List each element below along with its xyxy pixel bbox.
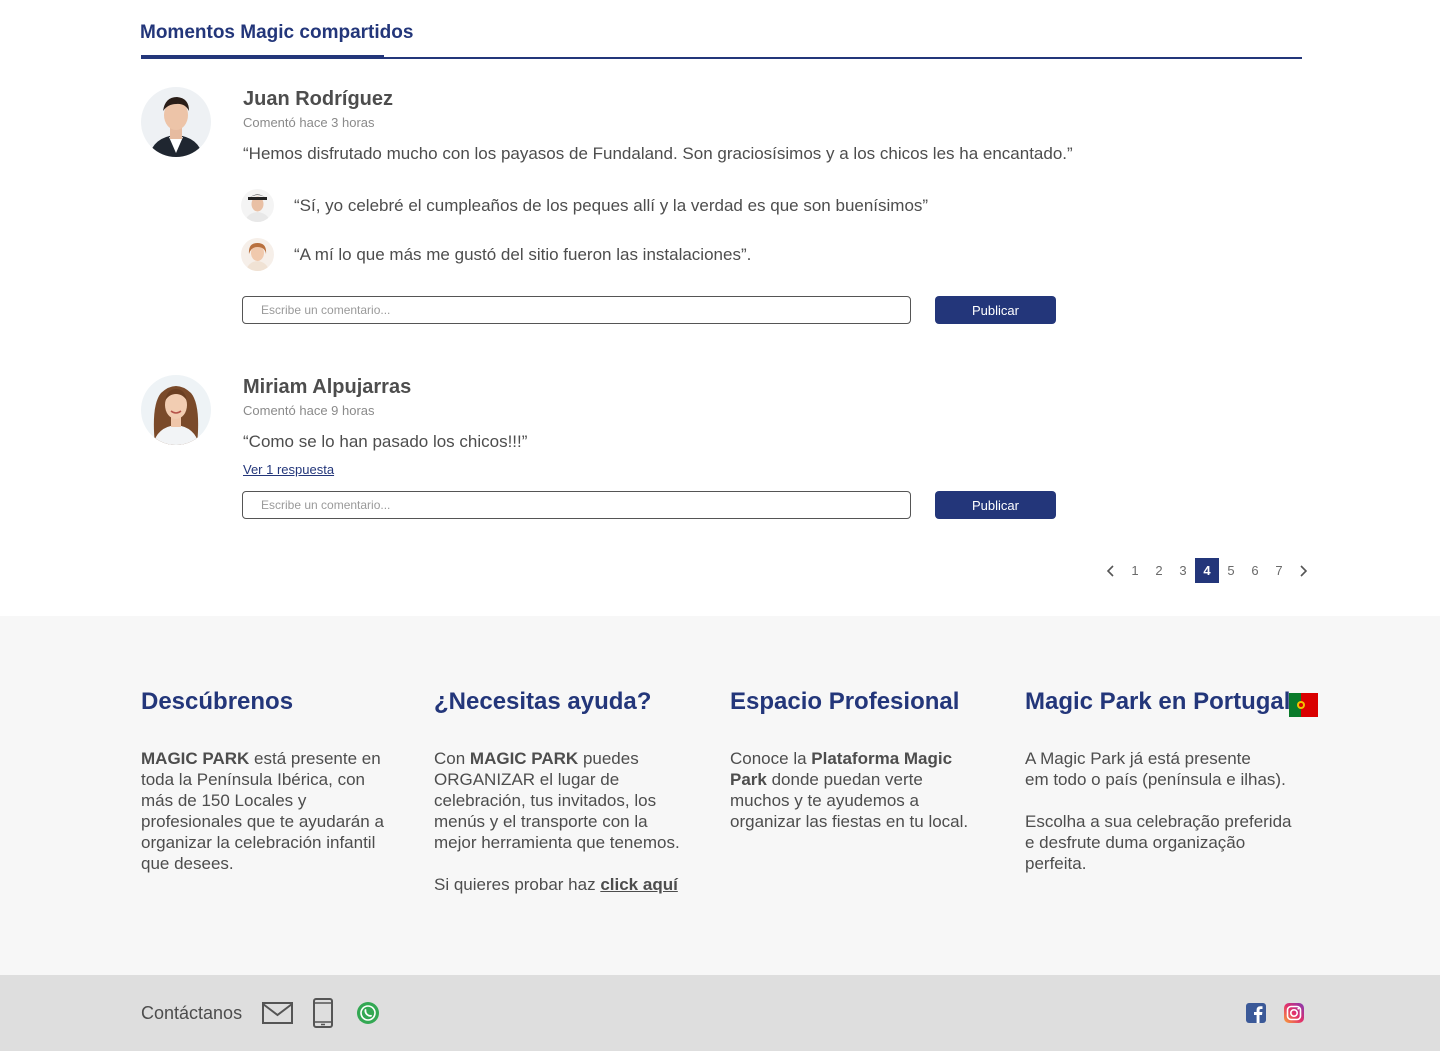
reply-text: “Sí, yo celebré el cumpleaños de los peq… (294, 196, 929, 215)
facebook-icon[interactable] (1246, 1003, 1266, 1028)
next-page-icon[interactable] (1291, 558, 1315, 583)
footer-discover: Descúbrenos MAGIC PARK está presente en … (141, 688, 391, 874)
reply-avatar[interactable] (241, 238, 274, 271)
page-1[interactable]: 1 (1123, 558, 1147, 583)
avatar[interactable] (141, 375, 211, 445)
section-title-underline (141, 55, 384, 59)
comment-input[interactable] (242, 296, 911, 324)
footer-discover-text: MAGIC PARK está presente en toda la Pení… (141, 749, 384, 873)
page-6[interactable]: 6 (1243, 558, 1267, 583)
page-7[interactable]: 7 (1267, 558, 1291, 583)
footer-portugal-text: A Magic Park já está presente em todo o p… (1025, 749, 1292, 873)
comment-time: Comentó hace 9 horas (243, 403, 375, 418)
whatsapp-icon[interactable] (356, 1001, 380, 1030)
mail-icon[interactable] (262, 1002, 293, 1029)
page-2[interactable]: 2 (1147, 558, 1171, 583)
prev-page-icon[interactable] (1099, 558, 1123, 583)
page-3[interactable]: 3 (1171, 558, 1195, 583)
comment-time: Comentó hace 3 horas (243, 115, 375, 130)
comments-section: Momentos Magic compartidos Juan Rodrígue… (0, 0, 1440, 616)
portugal-flag-icon[interactable] (1289, 693, 1318, 717)
section-title: Momentos Magic compartidos (140, 22, 414, 43)
publish-button[interactable]: Publicar (935, 491, 1056, 519)
footer-help-text: Con MAGIC PARK puedes ORGANIZAR el lugar… (434, 749, 680, 894)
comment-input[interactable] (242, 491, 911, 519)
reply-avatar[interactable] (241, 189, 274, 222)
footer-professional: Espacio Profesional Conoce la Plataforma… (730, 688, 970, 832)
footer-heading: ¿Necesitas ayuda? (434, 688, 652, 715)
footer-help: ¿Necesitas ayuda? Con MAGIC PARK puedes … (434, 688, 684, 895)
pagination: 1 2 3 4 5 6 7 (1099, 558, 1315, 583)
footer-heading: Magic Park en Portugal (1025, 688, 1291, 715)
comment-text: “Como se lo han pasado los chicos!!!” (243, 432, 528, 451)
click-here-link[interactable]: click aquí (600, 875, 677, 894)
page-5[interactable]: 5 (1219, 558, 1243, 583)
brand-name: MAGIC PARK (469, 749, 579, 768)
page-4-current[interactable]: 4 (1195, 558, 1219, 583)
contact-label: Contáctanos (141, 1003, 243, 1023)
footer-heading: Descúbrenos (141, 688, 294, 715)
publish-button[interactable]: Publicar (935, 296, 1056, 324)
comment-author: Juan Rodríguez (243, 88, 394, 110)
footer-portugal: Magic Park en Portugal A Magic Park já e… (1025, 688, 1300, 874)
view-replies-link[interactable]: Ver 1 respuesta (243, 462, 334, 477)
footer-heading: Espacio Profesional (730, 688, 960, 715)
comment-author: Miriam Alpujarras (243, 376, 412, 398)
instagram-icon[interactable] (1284, 1003, 1304, 1028)
avatar[interactable] (141, 87, 211, 157)
comment-text: “Hemos disfrutado mucho con los payasos … (243, 144, 1073, 163)
phone-icon[interactable] (313, 998, 333, 1033)
reply-text: “A mí lo que más me gustó del sitio fuer… (294, 245, 752, 264)
footer-professional-text: Conoce la Plataforma Magic Park donde pu… (730, 749, 969, 831)
brand-name: MAGIC PARK (141, 749, 250, 768)
